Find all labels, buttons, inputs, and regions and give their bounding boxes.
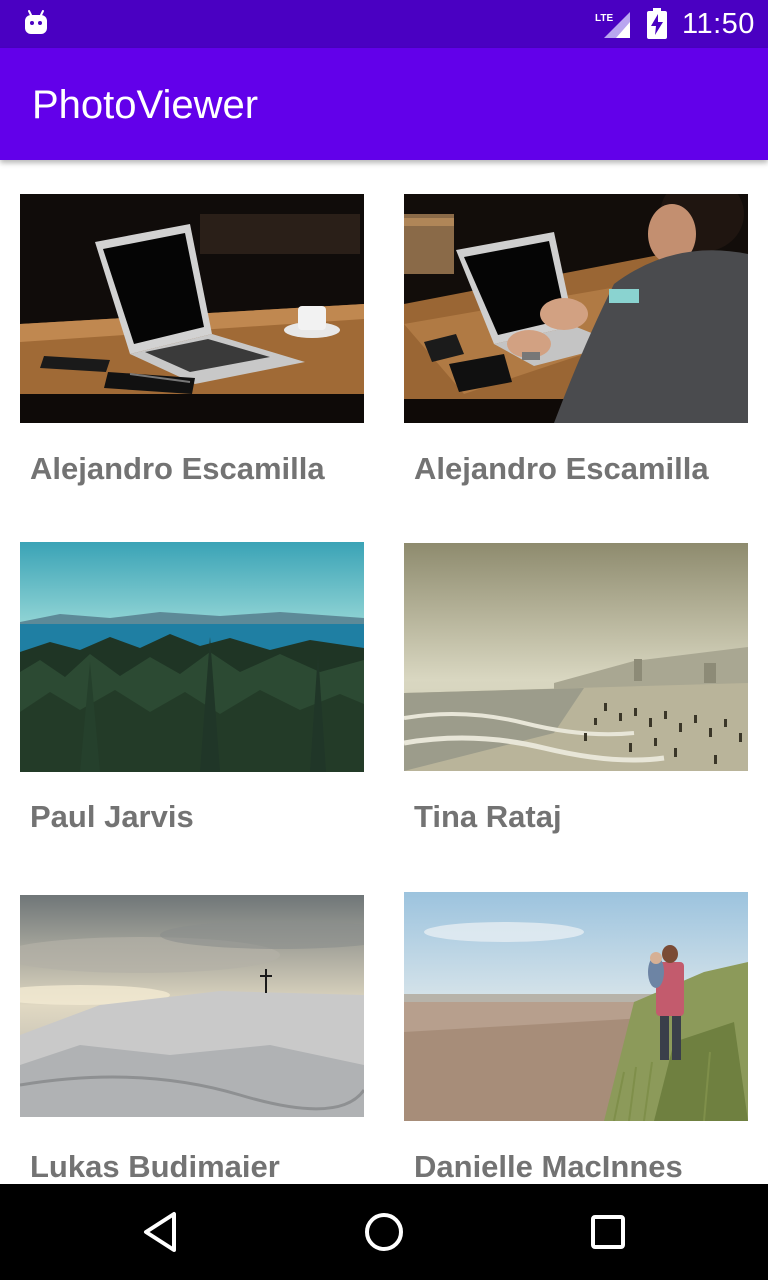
author-name: Lukas Budimaier bbox=[30, 1149, 280, 1184]
home-icon[interactable] bbox=[360, 1208, 408, 1256]
author-name: Alejandro Escamilla bbox=[414, 451, 709, 486]
man-typing-on-laptop-photo[interactable] bbox=[404, 194, 748, 423]
android-icon bbox=[25, 10, 47, 34]
status-time: 11:50 bbox=[682, 8, 755, 40]
status-bar: LTE 11:50 bbox=[0, 0, 768, 48]
navigation-bar bbox=[0, 1184, 768, 1280]
app-title: PhotoViewer bbox=[32, 83, 259, 127]
photo-card[interactable]: Tina Rataj bbox=[404, 543, 748, 863]
photo-grid[interactable]: Alejandro Escamilla Alejandro Escamilla … bbox=[0, 160, 768, 1184]
hazy-beach-crowd-photo[interactable] bbox=[404, 543, 748, 771]
author-name: Tina Rataj bbox=[414, 799, 562, 834]
battery-charging-icon bbox=[647, 8, 667, 39]
back-icon[interactable] bbox=[136, 1208, 184, 1256]
network-label: LTE bbox=[595, 13, 613, 24]
laptop-on-wooden-table-photo[interactable] bbox=[20, 194, 364, 423]
lte-signal-icon: LTE bbox=[595, 12, 630, 38]
author-name: Paul Jarvis bbox=[30, 799, 194, 834]
forest-and-lake-photo[interactable] bbox=[20, 542, 364, 772]
author-name: Danielle MacInnes bbox=[414, 1149, 683, 1184]
snowy-hill-cross-photo[interactable] bbox=[20, 895, 364, 1117]
recents-icon[interactable] bbox=[584, 1208, 632, 1256]
app-bar: PhotoViewer bbox=[0, 48, 768, 160]
author-name: Alejandro Escamilla bbox=[30, 451, 325, 486]
photo-card[interactable]: Alejandro Escamilla bbox=[404, 194, 748, 514]
photo-card[interactable]: Alejandro Escamilla bbox=[20, 194, 364, 514]
photo-card[interactable]: Lukas Budimaier bbox=[20, 895, 364, 1184]
photo-card[interactable]: Danielle MacInnes bbox=[404, 892, 748, 1184]
photo-card[interactable]: Paul Jarvis bbox=[20, 542, 364, 862]
father-child-beach-photo[interactable] bbox=[404, 892, 748, 1121]
